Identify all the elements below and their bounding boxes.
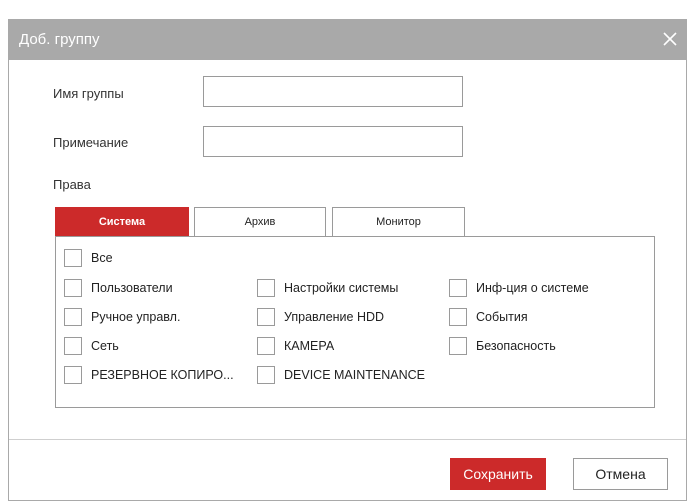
- perm-network[interactable]: Сеть: [64, 337, 119, 355]
- perm-users[interactable]: Пользователи: [64, 279, 173, 297]
- close-icon[interactable]: [660, 29, 680, 49]
- checkbox[interactable]: [64, 366, 82, 384]
- tab-archive[interactable]: Архив: [194, 207, 326, 237]
- note-input[interactable]: [203, 126, 463, 157]
- group-name-label: Имя группы: [53, 86, 124, 101]
- save-button[interactable]: Сохранить: [450, 458, 546, 490]
- perm-security[interactable]: Безопасность: [449, 337, 556, 355]
- dialog-titlebar: Доб. группу: [9, 20, 686, 60]
- perm-device-maintenance[interactable]: DEVICE MAINTENANCE: [257, 366, 425, 384]
- checkbox[interactable]: [64, 279, 82, 297]
- footer-divider: [9, 439, 686, 440]
- tab-system[interactable]: Система: [55, 207, 189, 237]
- checkbox[interactable]: [64, 249, 82, 267]
- perm-label: Все: [91, 251, 113, 265]
- perm-hdd-management[interactable]: Управление HDD: [257, 308, 384, 326]
- perm-label: Пользователи: [91, 281, 173, 295]
- permissions-panel: Все Пользователи Настройки системы Инф-ц…: [55, 236, 655, 408]
- perm-label: Безопасность: [476, 339, 556, 353]
- checkbox[interactable]: [449, 308, 467, 326]
- checkbox[interactable]: [449, 279, 467, 297]
- perm-all[interactable]: Все: [64, 249, 113, 267]
- perm-label: DEVICE MAINTENANCE: [284, 368, 425, 382]
- perm-label: РЕЗЕРВНОЕ КОПИРО...: [91, 368, 234, 382]
- checkbox[interactable]: [257, 366, 275, 384]
- dialog-title: Доб. группу: [19, 31, 100, 48]
- rights-label: Права: [53, 177, 91, 192]
- perm-label: Ручное управл.: [91, 310, 181, 324]
- add-group-dialog: Доб. группу Имя группы Примечание Права …: [8, 19, 687, 501]
- checkbox[interactable]: [257, 279, 275, 297]
- note-label: Примечание: [53, 135, 129, 150]
- group-name-input[interactable]: [203, 76, 463, 107]
- checkbox[interactable]: [257, 337, 275, 355]
- perm-camera[interactable]: КАМЕРА: [257, 337, 334, 355]
- cancel-button[interactable]: Отмена: [573, 458, 668, 490]
- perm-label: Инф-ция о системе: [476, 281, 589, 295]
- perm-system-settings[interactable]: Настройки системы: [257, 279, 398, 297]
- checkbox[interactable]: [64, 337, 82, 355]
- checkbox[interactable]: [449, 337, 467, 355]
- perm-events[interactable]: События: [449, 308, 528, 326]
- perm-label: КАМЕРА: [284, 339, 335, 353]
- tab-monitor[interactable]: Монитор: [332, 207, 465, 237]
- perm-manual-control[interactable]: Ручное управл.: [64, 308, 180, 326]
- checkbox[interactable]: [64, 308, 82, 326]
- perm-label: События: [476, 310, 528, 324]
- perm-backup[interactable]: РЕЗЕРВНОЕ КОПИРО...: [64, 366, 234, 384]
- perm-label: Управление HDD: [284, 310, 385, 324]
- perm-label: Сеть: [91, 339, 119, 353]
- perm-system-info[interactable]: Инф-ция о системе: [449, 279, 589, 297]
- checkbox[interactable]: [257, 308, 275, 326]
- perm-label: Настройки системы: [284, 281, 399, 295]
